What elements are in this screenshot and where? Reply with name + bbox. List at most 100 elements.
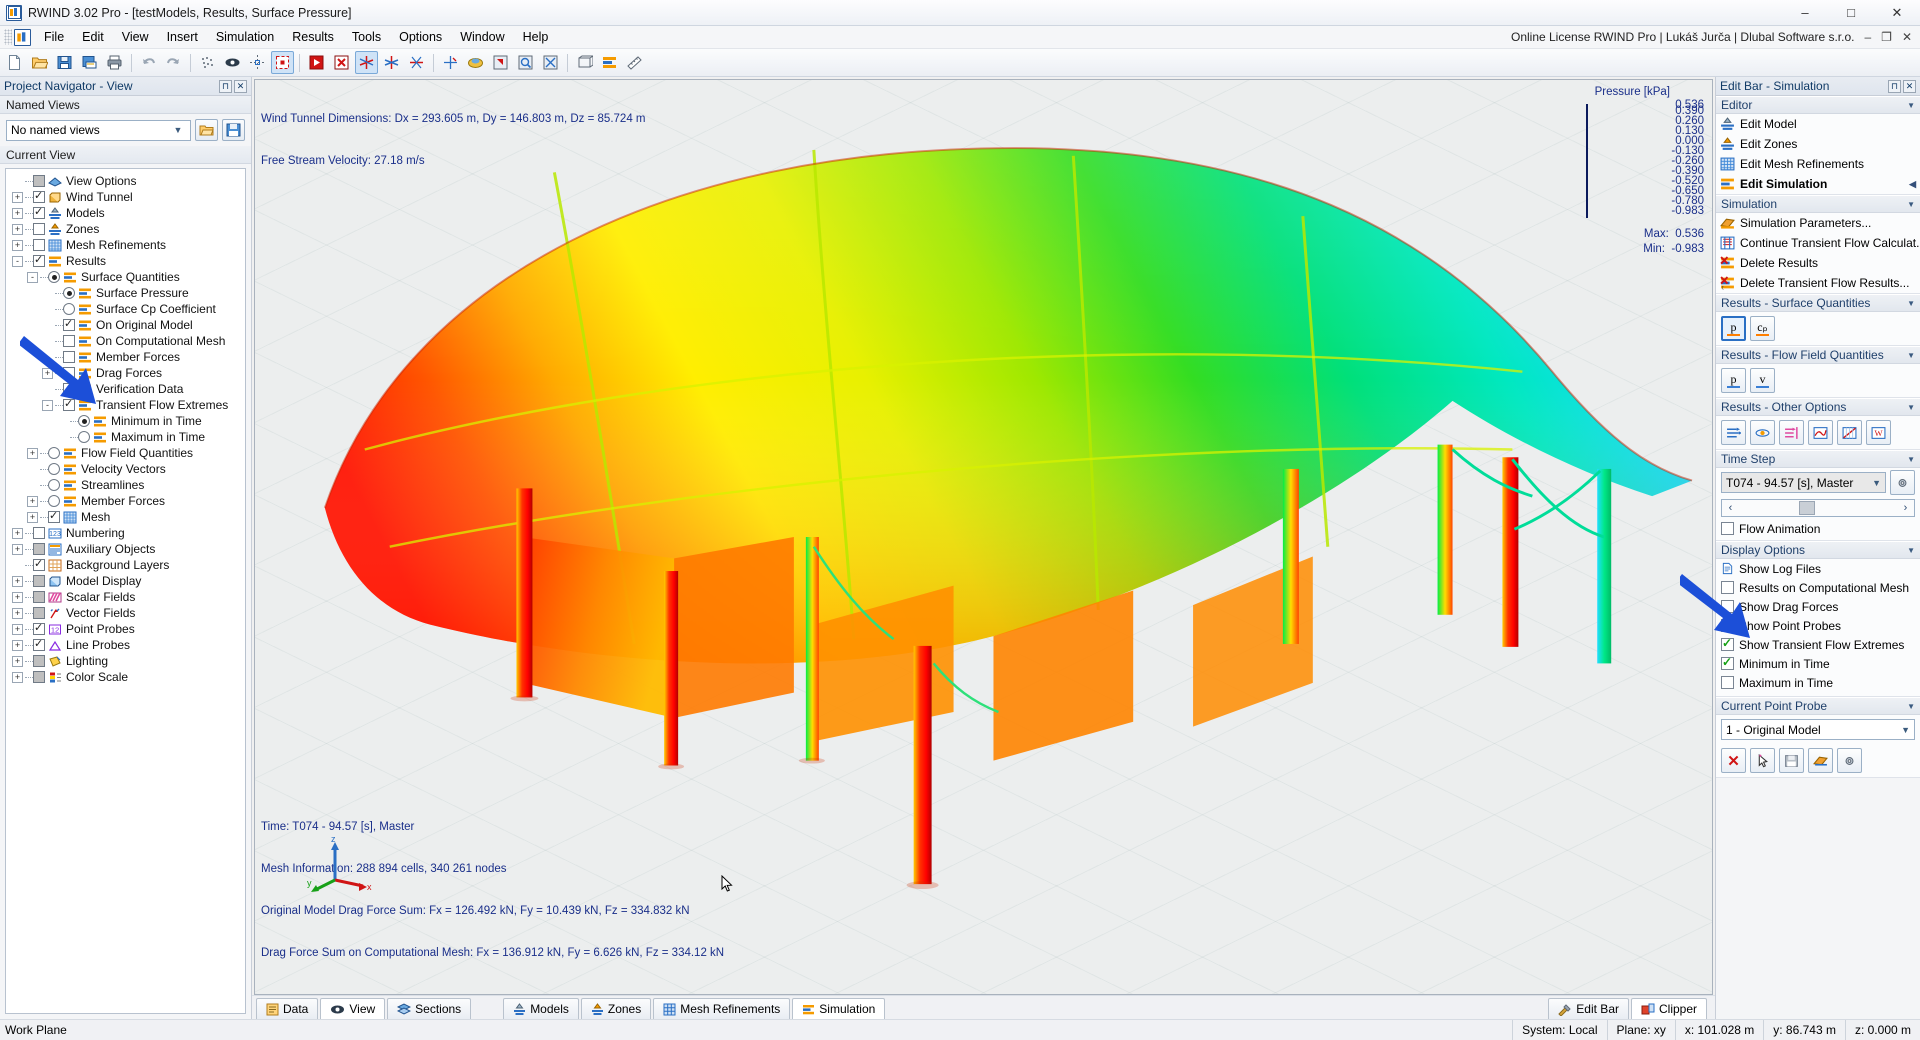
tree-item-streamlines[interactable]: Streamlines — [8, 477, 243, 493]
tree-expander-color-scale[interactable]: + — [12, 671, 23, 683]
view-tree-container[interactable]: View Options + Wind Tunnel + Models + Zones + Me… — [5, 168, 246, 1014]
flow-pressure-button[interactable]: p — [1721, 368, 1746, 393]
menu-view[interactable]: View — [113, 27, 158, 47]
tree-expander-line-probes[interactable]: + — [12, 639, 23, 651]
slider-prev-button[interactable]: ‹ — [1722, 502, 1739, 514]
tree-checkbox-on-original-model[interactable] — [63, 317, 75, 331]
tree-item-member-forces[interactable]: + Member Forces — [8, 493, 243, 509]
result-chart-button[interactable] — [1837, 420, 1862, 445]
edit-bar-item-edit-model[interactable]: Edit Model — [1716, 114, 1920, 134]
snap-grid-icon[interactable] — [246, 51, 269, 74]
tree-item-line-probes[interactable]: + Line Probes — [8, 637, 243, 653]
tree-item-models[interactable]: + Models — [8, 205, 243, 221]
time-step-slider[interactable]: ‹ › — [1721, 499, 1915, 517]
menu-edit[interactable]: Edit — [73, 27, 113, 47]
tree-item-maximum-in-time[interactable]: Maximum in Time — [8, 429, 243, 445]
tree-expander-mesh-refinements[interactable]: + — [12, 239, 23, 251]
display-option-show-drag-forces[interactable]: Show Drag Forces — [1716, 597, 1920, 616]
menu-grip[interactable] — [4, 29, 12, 45]
tree-radio-flow-field-quantities[interactable] — [48, 447, 60, 459]
tree-expander-lighting[interactable]: + — [12, 655, 23, 667]
zoom-all-icon[interactable] — [539, 51, 562, 74]
display-option-minimum-in-time[interactable]: Minimum in Time — [1716, 654, 1920, 673]
tree-expander-member-forces[interactable]: + — [27, 495, 38, 507]
tree-radio-velocity-vectors[interactable] — [48, 463, 60, 475]
measure-icon[interactable] — [623, 51, 646, 74]
save-probe-button[interactable] — [1779, 748, 1804, 773]
shade-view-icon[interactable] — [464, 51, 487, 74]
tree-expander-mesh[interactable]: + — [27, 511, 38, 523]
menu-help[interactable]: Help — [514, 27, 558, 47]
tree-item-mesh[interactable]: + Mesh — [8, 509, 243, 525]
checkbox-show-point-probes[interactable] — [1721, 617, 1734, 632]
tree-expander-scalar-fields[interactable]: + — [12, 591, 23, 603]
zoom-window-icon[interactable] — [514, 51, 537, 74]
tree-checkbox-lighting[interactable] — [33, 655, 45, 667]
edit-bar-item-delete-transient-flow-results[interactable]: t Delete Transient Flow Results... — [1716, 273, 1920, 293]
tree-expander-flow-field-quantities[interactable]: + — [27, 447, 38, 459]
edit-bar-item-delete-results[interactable]: Delete Results — [1716, 253, 1920, 273]
tree-radio-surface-pressure[interactable] — [63, 287, 75, 299]
open-folder-icon[interactable] — [28, 51, 51, 74]
edit-bar-item-edit-mesh-refinements[interactable]: Edit Mesh Refinements — [1716, 154, 1920, 174]
group-header-results-other-options[interactable]: Results - Other Options ▼ — [1716, 398, 1920, 416]
tree-item-wind-tunnel[interactable]: + Wind Tunnel — [8, 189, 243, 205]
menu-insert[interactable]: Insert — [158, 27, 207, 47]
tree-checkbox-drag-forces[interactable] — [63, 367, 75, 379]
group-header-results-flow-field-quantities[interactable]: Results - Flow Field Quantities ▼ — [1716, 346, 1920, 364]
redo-icon[interactable] — [162, 51, 185, 74]
group-header-results-surface-quantities[interactable]: Results - Surface Quantities ▼ — [1716, 294, 1920, 312]
display-option-results-on-computational-mesh[interactable]: Results on Computational Mesh — [1716, 578, 1920, 597]
display-option-show-log-files[interactable]: Show Log Files — [1716, 559, 1920, 578]
tree-item-auxiliary-objects[interactable]: + Auxiliary Objects — [8, 541, 243, 557]
pan-view-icon[interactable] — [439, 51, 462, 74]
group-header-simulation[interactable]: Simulation ▼ — [1716, 195, 1920, 213]
minimize-button[interactable]: – — [1782, 0, 1828, 26]
surface-pressure-button[interactable]: p — [1721, 316, 1746, 341]
3d-viewport[interactable]: Wind Tunnel Dimensions: Dx = 293.605 m, … — [254, 79, 1713, 995]
tree-item-model-display[interactable]: + Model Display — [8, 573, 243, 589]
mdi-minimize-button[interactable]: – — [1864, 30, 1871, 44]
tree-checkbox-member-forces-sq[interactable] — [63, 351, 75, 363]
group-header-current-point-probe[interactable]: Current Point Probe ▼ — [1716, 697, 1920, 715]
checkbox-results-on-computational-mesh[interactable] — [1721, 581, 1734, 594]
tree-checkbox-models[interactable] — [33, 205, 45, 219]
tree-checkbox-model-display[interactable] — [33, 575, 45, 587]
mdi-restore-button[interactable]: ❐ — [1881, 30, 1892, 44]
save-view-icon[interactable] — [222, 119, 245, 141]
tree-checkbox-mesh[interactable] — [48, 509, 60, 523]
chevron-down-icon[interactable]: ▼ — [1907, 403, 1915, 412]
zone-deselect-icon[interactable] — [330, 51, 353, 74]
pick-probe-button[interactable] — [1750, 748, 1775, 773]
tab-data[interactable]: Data — [256, 998, 319, 1019]
tree-radio-streamlines[interactable] — [48, 479, 60, 491]
mdi-close-button[interactable]: ✕ — [1902, 30, 1912, 44]
tree-checkbox-zones[interactable] — [33, 223, 45, 235]
tree-radio-surface-quantities[interactable] — [48, 271, 60, 283]
probe-table-button[interactable] — [1808, 748, 1833, 773]
chevron-down-icon[interactable]: ▼ — [1907, 351, 1915, 360]
edit-bar-item-edit-simulation[interactable]: Edit Simulation ◀ — [1716, 174, 1920, 194]
tree-item-lighting[interactable]: + Lighting — [8, 653, 243, 669]
tab-models[interactable]: Models — [503, 998, 579, 1019]
flow-animation-checkbox[interactable] — [1721, 522, 1734, 535]
checkbox-show-transient-flow-extremes[interactable] — [1721, 636, 1734, 651]
save-as-icon[interactable] — [78, 51, 101, 74]
velocity-vectors-button[interactable] — [1721, 420, 1746, 445]
edit-bar-item-simulation-parameters[interactable]: Simulation Parameters... — [1716, 213, 1920, 233]
group-header-time-step[interactable]: Time Step ▼ — [1716, 450, 1920, 468]
tree-item-minimum-in-time[interactable]: Minimum in Time — [8, 413, 243, 429]
menu-file[interactable]: File — [35, 27, 73, 47]
tree-radio-maximum-in-time[interactable] — [78, 431, 90, 443]
time-step-settings-button[interactable] — [1890, 470, 1915, 495]
tree-checkbox-results[interactable] — [33, 253, 45, 267]
display-option-show-transient-flow-extremes[interactable]: Show Transient Flow Extremes — [1716, 635, 1920, 654]
tree-item-color-scale[interactable]: + Color Scale — [8, 669, 243, 685]
edit-bar-item-edit-zones[interactable]: Edit Zones — [1716, 134, 1920, 154]
tree-item-transient-flow-extremes[interactable]: - Transient Flow Extremes — [8, 397, 243, 413]
tree-expander-zones[interactable]: + — [12, 223, 23, 235]
report-button[interactable]: W — [1866, 420, 1891, 445]
display-option-maximum-in-time[interactable]: Maximum in Time — [1716, 673, 1920, 692]
close-button[interactable]: ✕ — [1874, 0, 1920, 26]
tab-simulation[interactable]: Simulation — [792, 998, 886, 1019]
